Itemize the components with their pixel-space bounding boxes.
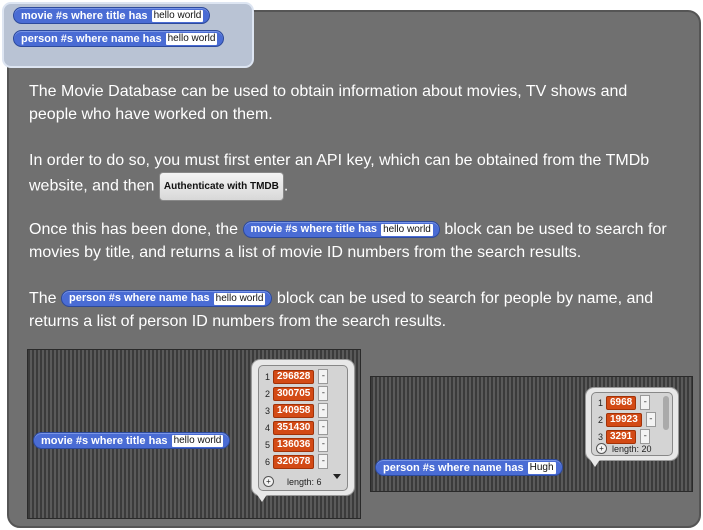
list-item: 6 320978- [259, 454, 329, 469]
block-label: movie #s where title has [21, 9, 148, 22]
item-index: 1 [264, 371, 270, 382]
list-item: 3 3291- [592, 429, 651, 444]
item-value: 300705 [273, 386, 315, 401]
block-input-slot[interactable]: Hugh [527, 461, 556, 474]
item-value: 3291 [606, 429, 637, 444]
item-value: 320978 [273, 454, 315, 469]
list-length: length: 20 [612, 443, 652, 454]
item-index: 2 [264, 388, 270, 399]
block-input-slot[interactable]: hello world [151, 9, 204, 22]
demo-person-block[interactable]: person #s where name has Hugh [375, 459, 563, 476]
item-minus[interactable]: - [318, 437, 329, 452]
item-minus[interactable]: - [318, 420, 329, 435]
inline-person-block[interactable]: person #s where name has hello world [61, 290, 273, 308]
item-index: 1 [597, 397, 603, 408]
api-key-text: In order to do so, you must first enter … [29, 152, 650, 195]
item-index: 5 [264, 439, 270, 450]
item-minus[interactable]: - [640, 429, 651, 444]
list-item: 4 351430- [259, 420, 329, 435]
intro-paragraph: The Movie Database can be used to obtain… [29, 83, 628, 123]
movie-result-list: 1 296828- 2 300705- 3 140958- 4 351430- 5 136… [258, 365, 348, 491]
list-item: 5 136036- [259, 437, 329, 452]
block-label: person #s where name has [21, 32, 162, 45]
paragraph-lead: Once this has been done, the [29, 221, 239, 238]
add-item-icon[interactable]: + [596, 443, 607, 454]
person-search-block[interactable]: person #s where name has hello world [13, 30, 225, 47]
add-item-icon[interactable]: + [263, 476, 274, 487]
block-input-slot[interactable]: hello world [165, 32, 218, 45]
item-minus[interactable]: - [318, 369, 329, 384]
bubble-tail [256, 493, 268, 502]
block-label: person #s where name has [69, 292, 210, 305]
block-label: movie #s where title has [41, 434, 168, 447]
item-minus[interactable]: - [645, 412, 656, 427]
item-value: 296828 [273, 369, 315, 384]
item-value: 6968 [606, 395, 637, 410]
movie-block-paragraph: Once this has been done, the movie #s wh… [29, 218, 689, 264]
item-index: 6 [264, 456, 270, 467]
item-index: 3 [264, 405, 270, 416]
block-input-slot[interactable]: hello world [171, 434, 224, 447]
list-footer: + length: 6 [263, 476, 322, 487]
item-value: 140958 [273, 403, 315, 418]
item-index: 3 [597, 431, 603, 442]
authenticate-button[interactable]: Authenticate with TMDB [158, 172, 284, 201]
movie-demo-stage: movie #s where title has hello world 1 29… [27, 349, 361, 519]
item-index: 4 [264, 422, 270, 433]
list-item: 2 19923- [592, 412, 656, 427]
person-result-bubble: 1 6968- 2 19923- 3 3291- + length: 20 [585, 387, 679, 461]
scroll-down-icon[interactable] [333, 474, 341, 479]
inline-movie-block[interactable]: movie #s where title has hello world [242, 221, 440, 239]
item-value: 136036 [273, 437, 315, 452]
list-item: 1 296828- [259, 369, 329, 384]
list-item: 1 6968- [592, 395, 651, 410]
item-minus[interactable]: - [318, 454, 329, 469]
item-value: 19923 [606, 412, 642, 427]
list-item: 3 140958- [259, 403, 329, 418]
block-label: movie #s where title has [250, 223, 378, 236]
list-footer: + length: 20 [596, 443, 652, 454]
item-minus[interactable]: - [318, 403, 329, 418]
movie-result-bubble: 1 296828- 2 300705- 3 140958- 4 351430- 5 136… [251, 359, 355, 496]
person-block-paragraph: The person #s where name has hello world… [29, 287, 689, 333]
paragraph-lead: The [29, 290, 57, 307]
item-minus[interactable]: - [640, 395, 651, 410]
list-item: 2 300705- [259, 386, 329, 401]
bubble-tail [589, 458, 601, 467]
block-input-slot[interactable]: hello world [213, 292, 266, 305]
block-palette: movie #s where title has hello world per… [2, 2, 254, 68]
item-index: 2 [597, 414, 603, 425]
block-input-slot[interactable]: hello world [381, 223, 433, 236]
block-label: person #s where name has [383, 461, 524, 474]
person-demo-stage: person #s where name has Hugh 1 6968- 2 19… [370, 376, 693, 492]
item-minus[interactable]: - [318, 386, 329, 401]
scrollbar[interactable] [663, 396, 669, 430]
period-text: . [283, 177, 289, 195]
movie-search-block[interactable]: movie #s where title has hello world [13, 7, 211, 24]
list-length: length: 6 [287, 476, 322, 487]
api-key-paragraph: In order to do so, you must first enter … [29, 149, 689, 201]
person-result-list: 1 6968- 2 19923- 3 3291- + length: 20 [591, 392, 673, 456]
item-value: 351430 [273, 420, 315, 435]
demo-movie-block[interactable]: movie #s where title has hello world [33, 432, 231, 449]
